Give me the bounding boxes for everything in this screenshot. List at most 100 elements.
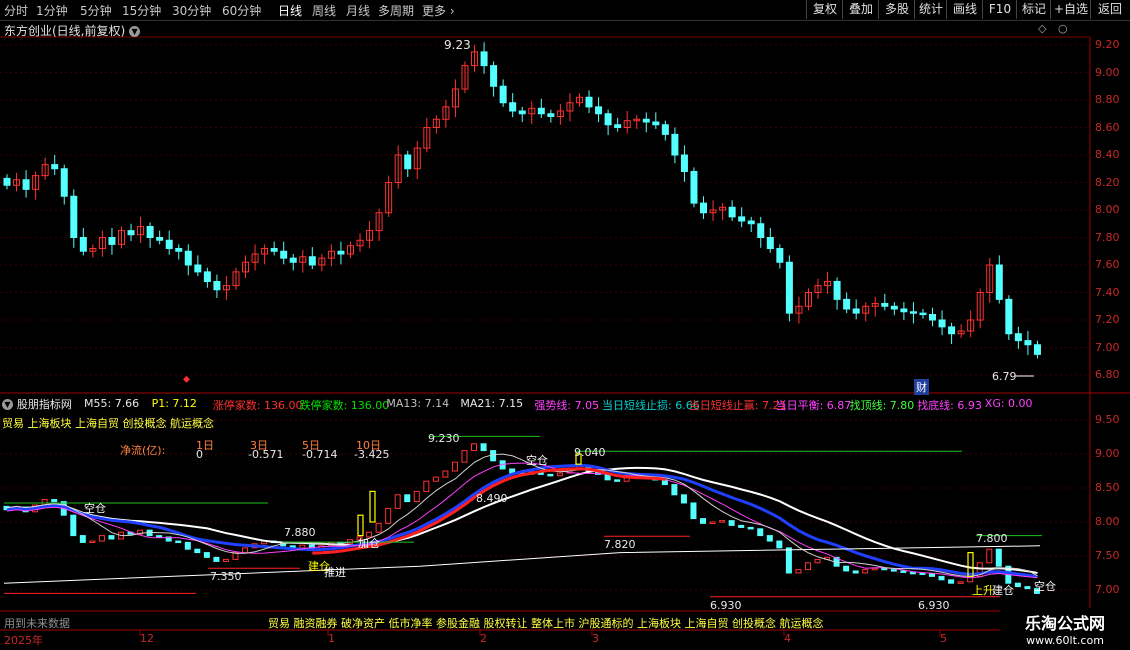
- ind-candle: [471, 443, 478, 452]
- candle-body: [70, 195, 78, 238]
- ind-label-6930: 6.930: [710, 599, 742, 612]
- candle-body: [948, 326, 956, 335]
- candle-body: [747, 220, 755, 225]
- candle-body: [890, 305, 898, 310]
- candle-body: [280, 250, 288, 259]
- candle-body: [165, 239, 173, 249]
- candle-body: [680, 154, 688, 172]
- ind-candle: [375, 522, 382, 533]
- candle-body: [938, 319, 946, 328]
- price-tick: 9.20: [1095, 38, 1120, 51]
- ind-candle: [394, 494, 401, 509]
- time-tick: 1: [328, 632, 335, 645]
- ind-candle: [890, 569, 897, 572]
- indicator-value: 当日短线止赢: 7.21: [688, 399, 787, 412]
- ind-candle: [948, 579, 955, 584]
- ma21-line: [6, 466, 1038, 574]
- candle-body: [929, 314, 937, 321]
- ind-candle: [909, 571, 916, 575]
- netflow-value: -0.571: [248, 448, 284, 461]
- indicator-tick: 8.00: [1095, 515, 1120, 528]
- ind-candle: [728, 520, 735, 526]
- indicator-value: 当日平衡: 6.87: [775, 399, 852, 412]
- candle-body: [1024, 340, 1032, 346]
- price-tick: 7.40: [1095, 285, 1120, 299]
- ind-candle: [385, 507, 392, 524]
- candle-body: [690, 171, 698, 204]
- candle-body: [127, 230, 135, 236]
- ind-candle: [843, 565, 850, 572]
- indicator-value: XG: 0.00: [984, 397, 1033, 410]
- candle-body: [661, 124, 669, 135]
- indicator-toggle-icon[interactable]: ▼: [2, 399, 13, 410]
- candle-body: [833, 281, 841, 300]
- candle-body: [642, 118, 650, 123]
- candle-body: [919, 312, 927, 316]
- ind-candle: [1024, 586, 1031, 590]
- ind-candle: [776, 540, 783, 549]
- price-tick: 8.20: [1095, 175, 1120, 189]
- kline-chart-canvas[interactable]: ⬥: [0, 0, 1130, 650]
- ind-candle: [432, 476, 439, 482]
- ind-candle: [108, 535, 115, 540]
- candle-body: [79, 237, 87, 252]
- ind-candle: [747, 526, 754, 530]
- chevron-down-icon[interactable]: ▼: [129, 26, 141, 37]
- indicator-tick: 9.00: [1095, 447, 1120, 460]
- indicator-value: 强势线: 7.05: [534, 399, 600, 412]
- candle-body: [757, 223, 765, 238]
- financial-badge[interactable]: 财: [914, 379, 929, 395]
- indicator-value: 当日短线止损: 6.66: [602, 399, 700, 412]
- ind-candle: [490, 450, 497, 462]
- signal-empty: 空仓: [1034, 580, 1056, 593]
- candle-body: [652, 121, 660, 126]
- circle-icon[interactable]: ○: [1058, 22, 1068, 35]
- candle-body: [604, 113, 612, 126]
- ind-candle: [194, 548, 201, 554]
- candle-body: [547, 113, 555, 117]
- ind-candle: [461, 450, 468, 463]
- candle-body: [146, 226, 154, 238]
- time-tick: 2025年: [4, 634, 43, 647]
- diamond-icon[interactable]: ◇: [1038, 22, 1046, 35]
- m55-line: [3, 545, 1041, 584]
- candle-body: [213, 281, 221, 291]
- indicator-name[interactable]: 股朋指标网: [17, 398, 72, 411]
- candle-body: [728, 206, 736, 218]
- future-data-note: 用到未来数据: [4, 617, 70, 630]
- candle-body: [337, 250, 345, 255]
- indicator-value: MA21: 7.15: [460, 397, 524, 410]
- ind-candle: [795, 569, 802, 574]
- candle-body: [776, 248, 784, 263]
- high-price-label: 9.23: [444, 38, 471, 52]
- ind-candle: [98, 535, 105, 542]
- candle-body: [909, 311, 917, 314]
- ind-candle: [766, 535, 773, 542]
- netflow-value: -3.425: [354, 448, 390, 461]
- candle-body: [480, 51, 488, 67]
- indicator-header: ▼ 股朋指标网: [2, 396, 72, 412]
- ind-candle: [719, 520, 726, 523]
- ind-candle: [184, 541, 191, 550]
- candle-body: [1033, 344, 1041, 355]
- candle-body: [184, 250, 192, 266]
- ind-candle: [814, 558, 821, 564]
- ind-candle: [556, 472, 563, 477]
- candle-body: [194, 264, 202, 273]
- stock-title-text: 东方创业(日线,前复权): [4, 24, 126, 38]
- ind-candle: [709, 521, 716, 524]
- indicator-value: 找顶线: 7.80: [849, 399, 915, 412]
- candle-body: [108, 237, 116, 245]
- indicator-tick: 9.50: [1095, 413, 1120, 426]
- ind-candle: [700, 518, 707, 524]
- ind-candle: [480, 443, 487, 452]
- ind-candle: [690, 502, 697, 520]
- price-tick: 8.80: [1095, 93, 1120, 106]
- low-price-label: 6.79: [992, 370, 1017, 383]
- ind-candle: [671, 484, 678, 496]
- ind-label-7820: 7.820: [604, 538, 636, 551]
- time-tick: 4: [784, 632, 791, 645]
- candle-body: [995, 264, 1003, 300]
- candle-body: [671, 133, 679, 156]
- ind-label-9230: 9.230: [428, 432, 460, 445]
